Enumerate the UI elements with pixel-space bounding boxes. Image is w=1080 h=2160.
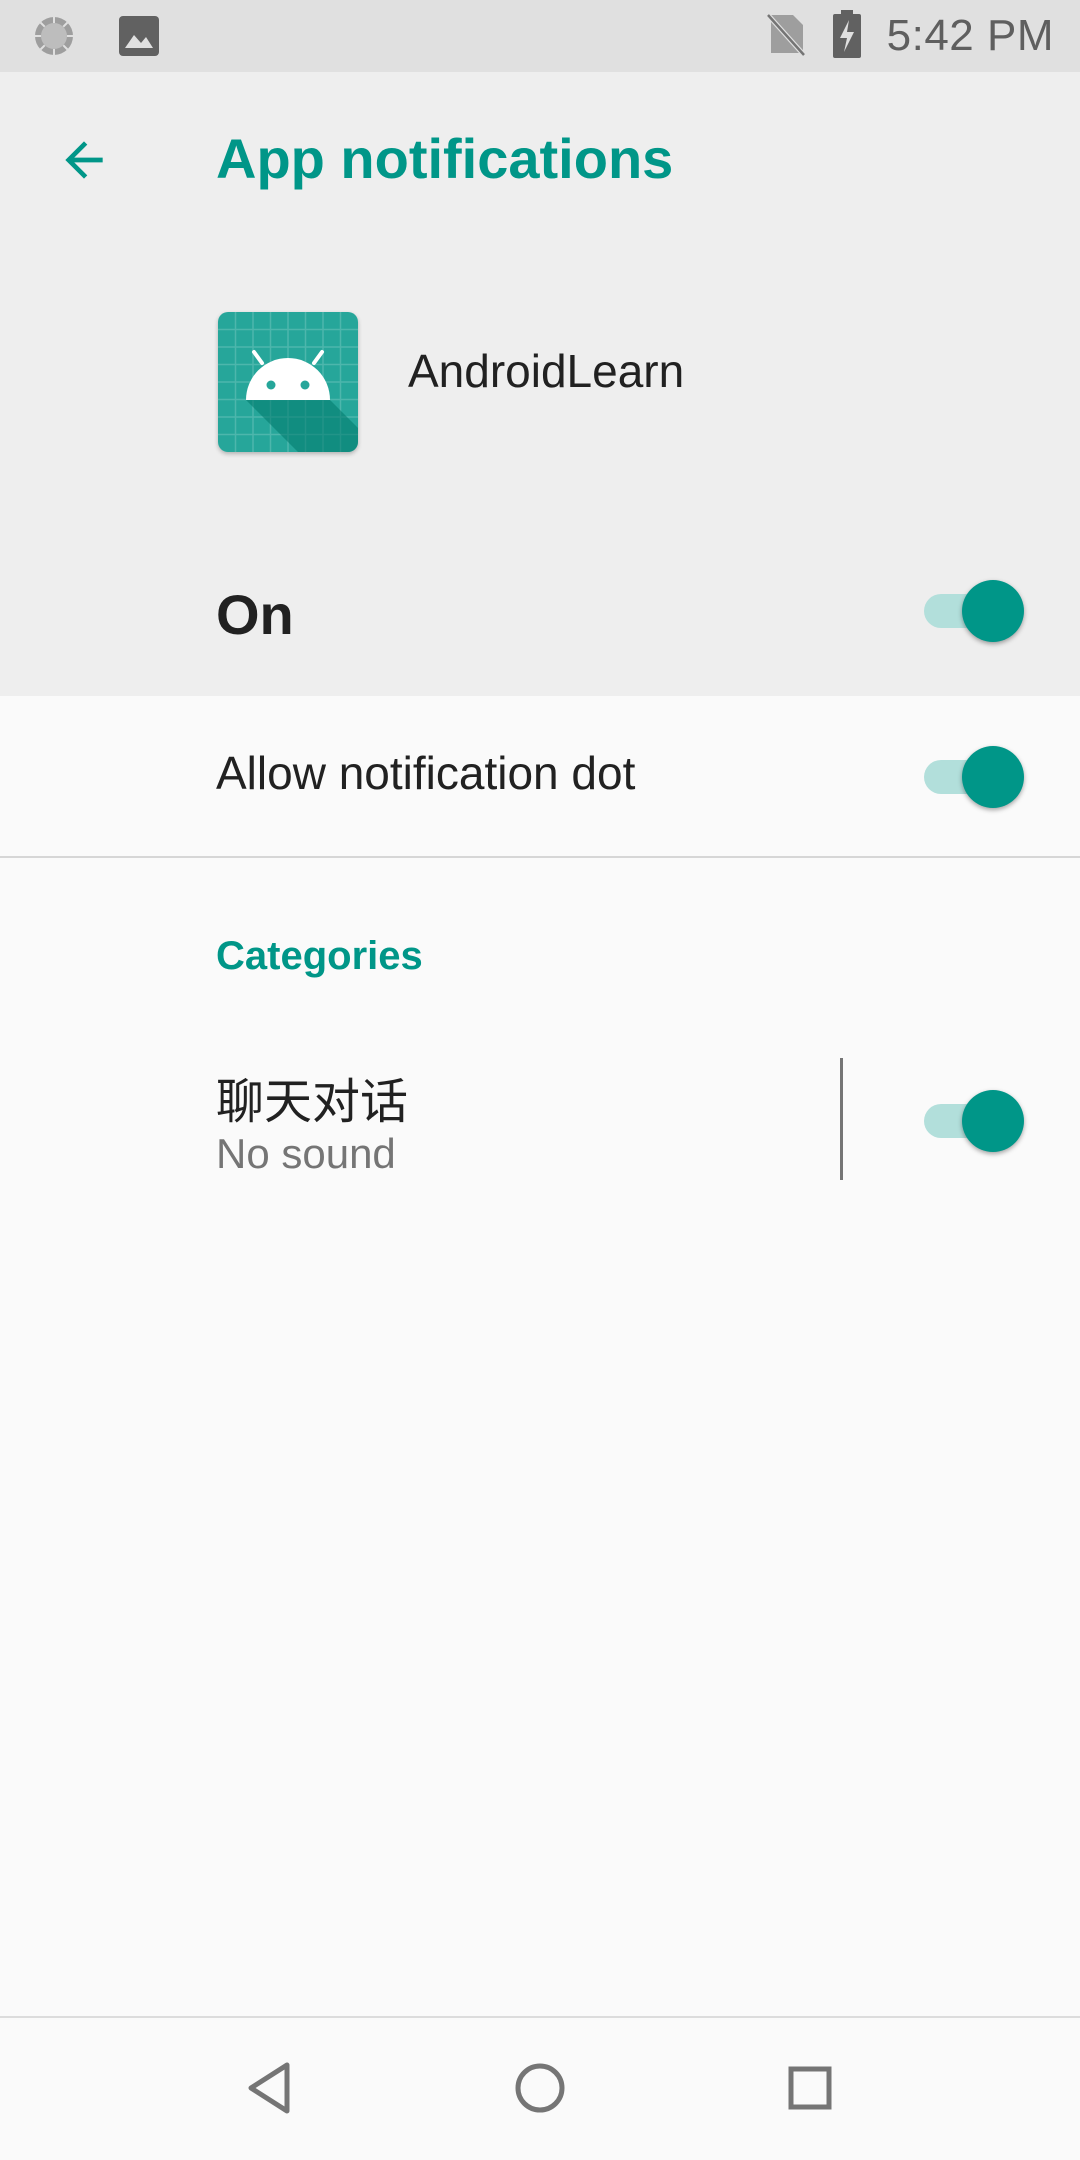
category-summary: No sound [216,1130,396,1177]
app-header-section: App notifications AndroidLearn On [0,72,1080,696]
page-title: App notifications [216,127,674,190]
home-circle-icon [513,2061,567,2120]
status-bar: 5:42 PM [0,0,1080,72]
nav-back-button[interactable] [228,2048,312,2132]
notification-dot-toggle[interactable] [924,746,1024,808]
back-triangle-icon [245,2061,295,2120]
nav-home-button[interactable] [498,2048,582,2132]
back-button[interactable] [40,118,128,206]
recents-square-icon [785,2063,835,2118]
arrow-back-icon [56,132,112,193]
category-item[interactable]: 聊天对话 No sound [0,1040,1080,1200]
notification-dot-row[interactable]: Allow notification dot [0,696,1080,858]
android-app-icon [218,312,358,452]
toggle-thumb [962,746,1024,808]
main-toggle-label: On [216,583,294,646]
loading-circle-icon [32,14,76,63]
notification-dot-label: Allow notification dot [216,747,636,799]
categories-header: Categories [216,934,423,978]
main-notifications-toggle[interactable] [924,580,1024,642]
category-title: 聊天对话 [216,1074,409,1130]
divider [840,1058,843,1180]
app-name: AndroidLearn [408,345,685,397]
image-icon [118,15,160,62]
nav-recents-button[interactable] [768,2048,852,2132]
toggle-thumb [962,580,1024,642]
toggle-thumb [962,1090,1024,1152]
category-toggle[interactable] [924,1090,1024,1152]
navigation-bar [0,2016,1080,2160]
battery-charging-icon [832,9,861,63]
no-sim-icon [765,11,807,62]
clock: 5:42 PM [886,11,1054,60]
